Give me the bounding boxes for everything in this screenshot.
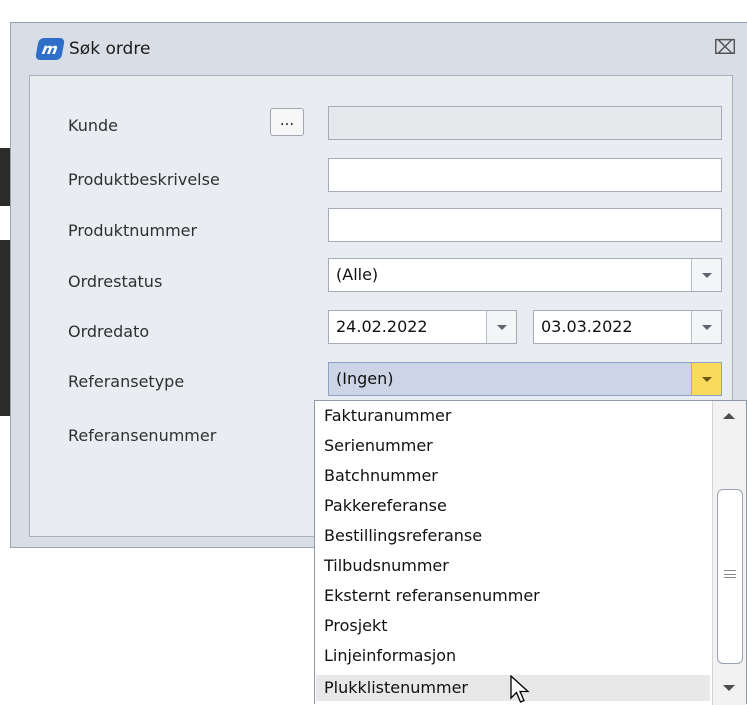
list-item[interactable]: Linjeinformasjon: [316, 643, 710, 669]
produktnummer-label: Produktnummer: [68, 221, 198, 240]
ordrestatus-value: (Alle): [336, 265, 379, 284]
list-item[interactable]: Eksternt referansenummer: [316, 583, 710, 609]
ordredato-label: Ordredato: [68, 322, 150, 341]
referansetype-label: Referansetype: [68, 372, 185, 391]
ordrestatus-select[interactable]: (Alle): [328, 258, 722, 292]
ordredato-from-value: 24.02.2022: [336, 317, 428, 336]
list-item[interactable]: Tilbudsnummer: [316, 553, 710, 579]
select-customer-button[interactable]: ...: [270, 108, 304, 136]
dialog-titlebar[interactable]: m Søk ordre ⌧: [11, 23, 747, 75]
app-logo-icon: m: [35, 38, 65, 60]
kunde-field[interactable]: [328, 106, 722, 140]
list-item[interactable]: Pakkereferanse: [316, 493, 710, 519]
list-item[interactable]: Prosjekt: [316, 613, 710, 639]
chevron-down-icon[interactable]: [691, 363, 721, 395]
list-item[interactable]: Serienummer: [316, 433, 710, 459]
produktbeskrivelse-field[interactable]: [328, 158, 722, 192]
kunde-label: Kunde: [68, 116, 118, 135]
ordredato-to-picker[interactable]: 03.03.2022: [533, 310, 722, 344]
referansetype-select[interactable]: (Ingen): [328, 362, 722, 396]
scroll-down-icon[interactable]: [713, 675, 746, 705]
list-item[interactable]: Bestillingsreferanse: [316, 523, 710, 549]
referansetype-value: (Ingen): [336, 369, 394, 388]
list-item[interactable]: Batchnummer: [316, 463, 710, 489]
referansenummer-label: Referansenummer: [68, 426, 217, 445]
dialog-title: Søk ordre: [69, 39, 151, 59]
produktnummer-field[interactable]: [328, 208, 722, 242]
scroll-thumb[interactable]: [717, 489, 743, 664]
chevron-down-icon[interactable]: [691, 311, 721, 343]
ordredato-from-picker[interactable]: 24.02.2022: [328, 310, 517, 344]
mouse-pointer-icon: [510, 675, 530, 703]
ordredato-to-value: 03.03.2022: [541, 317, 633, 336]
scroll-up-icon[interactable]: [713, 401, 746, 431]
referansetype-dropdown-list[interactable]: Fakturanummer Serienummer Batchnummer Pa…: [314, 400, 747, 705]
grip-icon: [724, 570, 736, 578]
produktbeskrivelse-label: Produktbeskrivelse: [68, 170, 220, 189]
chevron-down-icon[interactable]: [691, 259, 721, 291]
dropdown-scrollbar[interactable]: [712, 401, 746, 705]
ordrestatus-label: Ordrestatus: [68, 272, 163, 291]
list-item[interactable]: Fakturanummer: [316, 403, 710, 429]
chevron-down-icon[interactable]: [486, 311, 516, 343]
close-icon[interactable]: ⌧: [713, 35, 737, 59]
